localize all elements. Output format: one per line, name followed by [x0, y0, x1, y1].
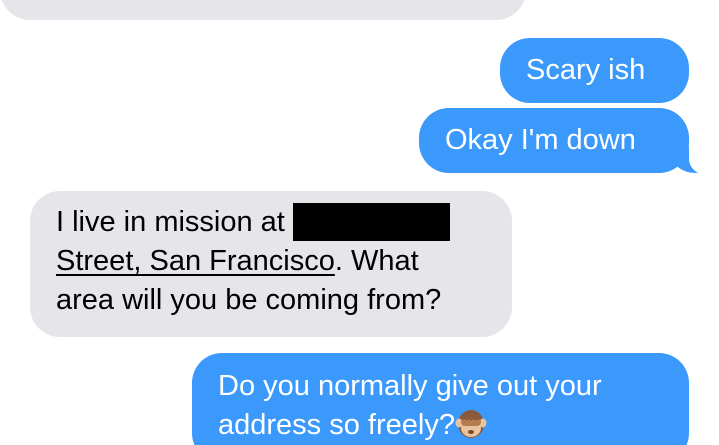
message-text: I live in mission at	[56, 206, 285, 238]
message-bubble-received-partial[interactable]	[0, 0, 526, 20]
message-bubble-sent[interactable]: Do you normally give out your address so…	[192, 353, 689, 445]
address-link[interactable]: Street, San Francisco	[56, 245, 335, 277]
see-no-evil-monkey-icon	[455, 406, 487, 440]
redaction-box	[292, 203, 450, 241]
message-text: address so freely?	[218, 409, 455, 441]
message-line: Do you normally give out your	[218, 367, 663, 406]
message-bubble-sent[interactable]: Scary ish	[500, 38, 689, 103]
message-line: Street, San Francisco. What	[56, 242, 486, 281]
message-text: . What	[334, 245, 419, 277]
message-text: area will you be coming from?	[56, 284, 442, 316]
message-bubble-sent[interactable]: Okay I'm down	[419, 108, 719, 175]
message-line: area will you be coming from?	[56, 281, 486, 320]
message-text: Scary ish	[526, 54, 646, 86]
message-text: Do you normally give out your	[218, 370, 602, 402]
message-line: I live in mission at	[56, 203, 486, 242]
message-thread: Scary ish Okay I'm down I live in missio…	[0, 0, 719, 445]
message-bubble-received[interactable]: I live in mission at Street, San Francis…	[0, 191, 512, 339]
message-line: address so freely?	[218, 406, 663, 445]
message-text: Okay I'm down	[445, 124, 636, 156]
